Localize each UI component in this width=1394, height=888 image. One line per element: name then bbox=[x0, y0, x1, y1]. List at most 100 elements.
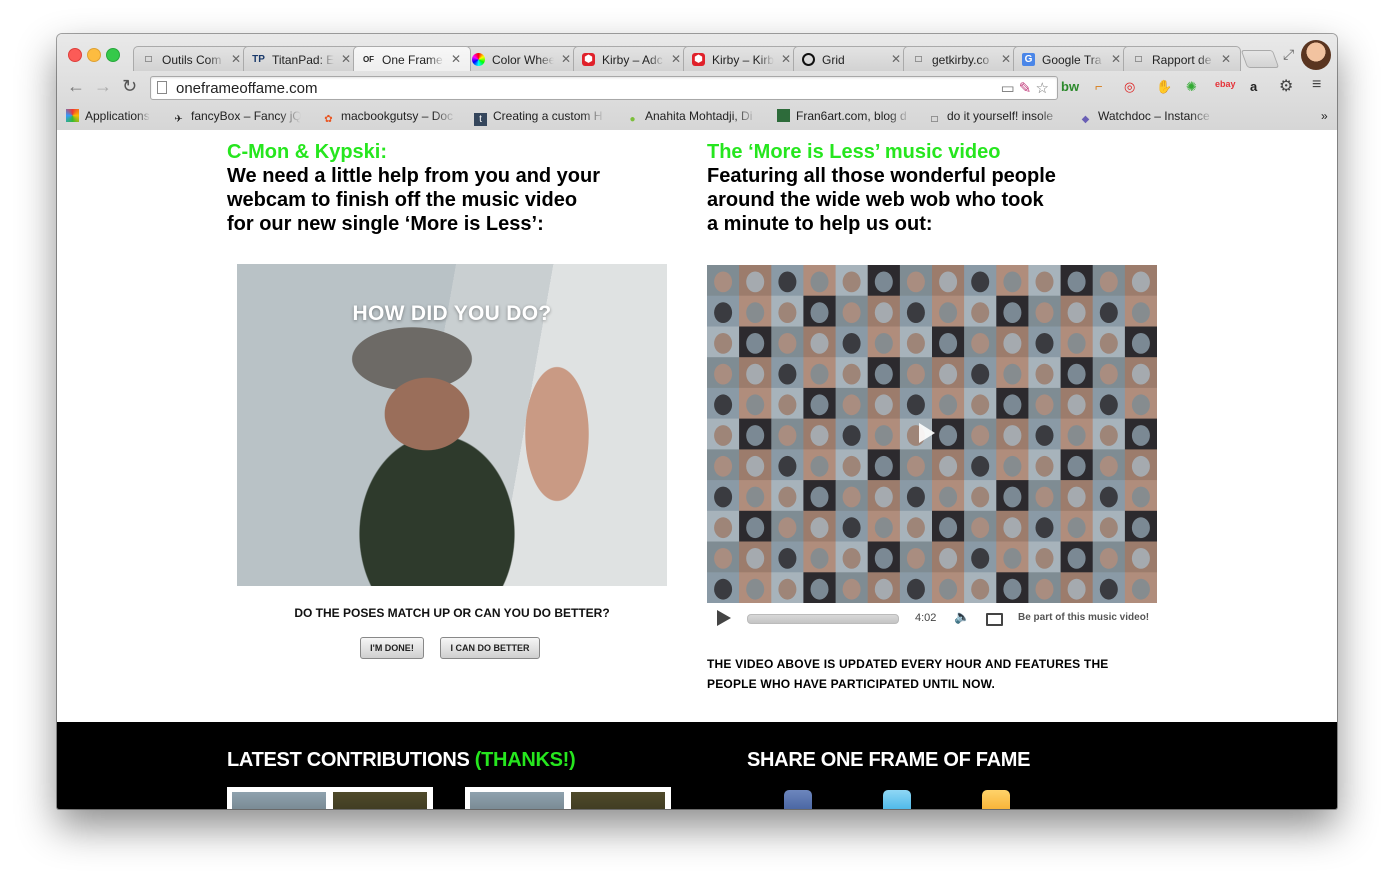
star-icon[interactable]: ☆ bbox=[1036, 80, 1049, 97]
close-tab-icon[interactable]: ✕ bbox=[1111, 52, 1121, 66]
music-video-player[interactable] bbox=[707, 265, 1157, 603]
zoom-window-button[interactable] bbox=[106, 48, 120, 62]
tab-grid[interactable]: Grid ✕ bbox=[793, 46, 911, 71]
mosaic-face bbox=[1131, 271, 1150, 293]
close-tab-icon[interactable]: ✕ bbox=[451, 52, 461, 66]
video-update-note: THE VIDEO ABOVE IS UPDATED EVERY HOUR AN… bbox=[707, 654, 1167, 694]
contribution-thumb[interactable] bbox=[465, 787, 671, 809]
contribution-thumb[interactable] bbox=[227, 787, 433, 809]
url-text[interactable]: oneframeoffame.com bbox=[176, 80, 317, 97]
mosaic-face bbox=[1003, 302, 1022, 323]
facebook-icon[interactable] bbox=[784, 790, 812, 809]
bookmark-applications[interactable]: Applications bbox=[66, 109, 150, 123]
hand-extension-icon[interactable]: ✋ bbox=[1156, 79, 1172, 95]
left-headline-line: for our new single ‘More is Less’: bbox=[227, 213, 544, 235]
close-tab-icon[interactable]: ✕ bbox=[671, 52, 681, 66]
close-tab-icon[interactable]: ✕ bbox=[561, 52, 571, 66]
tab-strip: □ Outils Com ✕ TP TitanPad: E ✕ OF One F… bbox=[133, 46, 1273, 72]
forward-arrow-icon[interactable]: → bbox=[94, 76, 112, 97]
mosaic-face bbox=[778, 363, 797, 385]
mosaic-face bbox=[874, 455, 893, 477]
mosaic-face bbox=[1131, 333, 1150, 354]
camera-icon[interactable]: ▭ bbox=[1000, 80, 1014, 97]
play-icon[interactable] bbox=[717, 610, 731, 626]
tab-outils[interactable]: □ Outils Com ✕ bbox=[133, 46, 251, 71]
mosaic-face bbox=[939, 486, 958, 508]
ruler-extension-icon[interactable]: ⌐ bbox=[1095, 79, 1103, 94]
close-tab-icon[interactable]: ✕ bbox=[1221, 52, 1231, 66]
tab-kirby-adc[interactable]: ⬢ Kirby – Adc ✕ bbox=[573, 46, 691, 71]
twitter-icon[interactable] bbox=[883, 790, 911, 809]
mosaic-face bbox=[746, 302, 765, 323]
close-tab-icon[interactable]: ✕ bbox=[231, 52, 241, 66]
tab-kirby-kirb[interactable]: ⬢ Kirby – Kirb ✕ bbox=[683, 46, 801, 71]
page-icon: □ bbox=[145, 54, 152, 65]
reload-icon[interactable]: ↻ bbox=[122, 76, 137, 97]
menu-icon[interactable]: ≡ bbox=[1312, 76, 1321, 94]
bookmark-diy-insole[interactable]: □ do it yourself! insole bbox=[928, 109, 1062, 126]
im-done-button[interactable]: I'M DONE! bbox=[360, 637, 424, 659]
bookmark-fran6art[interactable]: Fran6art.com, blog d bbox=[777, 109, 911, 123]
mosaic-face bbox=[971, 302, 990, 323]
close-tab-icon[interactable]: ✕ bbox=[341, 52, 351, 66]
mosaic-face bbox=[939, 548, 958, 569]
tab-title: Google Tra bbox=[1042, 53, 1102, 67]
close-tab-icon[interactable]: ✕ bbox=[781, 52, 791, 66]
close-tab-icon[interactable]: ✕ bbox=[1001, 52, 1011, 66]
be-part-link[interactable]: Be part of this music video! bbox=[1018, 612, 1149, 623]
more-bookmarks-chevron[interactable]: » bbox=[1321, 109, 1328, 123]
avatar[interactable] bbox=[1301, 40, 1331, 70]
mosaic-face bbox=[1035, 363, 1054, 385]
bookmark-creating-custom[interactable]: t Creating a custom H bbox=[474, 109, 605, 126]
close-tab-icon[interactable]: ✕ bbox=[891, 52, 901, 66]
mosaic-face bbox=[1003, 517, 1022, 539]
left-kicker: C-Mon & Kypski: bbox=[227, 141, 387, 163]
left-headline-line: We need a little help from you and your bbox=[227, 165, 601, 187]
tab-title: Outils Com bbox=[162, 53, 222, 67]
bookmark-watchdoc[interactable]: ◆ Watchdoc – Instance bbox=[1079, 109, 1213, 126]
back-arrow-icon[interactable]: ← bbox=[67, 76, 85, 97]
oneframe-icon: OF bbox=[362, 55, 375, 64]
page-icon: □ bbox=[915, 54, 922, 65]
tab-title: Grid bbox=[822, 53, 845, 67]
tab-titanpad[interactable]: TP TitanPad: E ✕ bbox=[243, 46, 361, 71]
mosaic-face bbox=[778, 578, 797, 600]
play-overlay-icon[interactable] bbox=[919, 423, 935, 443]
colorpicker-extension-icon[interactable]: ✺ bbox=[1186, 79, 1197, 95]
fullscreen-screen-icon[interactable] bbox=[986, 613, 1003, 626]
tab-one-frame[interactable]: OF One Frame ✕ bbox=[353, 46, 471, 71]
video-controls: 4:02 🔈 Be part of this music video! bbox=[707, 606, 1157, 632]
mosaic-face bbox=[874, 271, 893, 293]
bookmark-fancybox[interactable]: ✈ fancyBox – Fancy jQ bbox=[172, 109, 301, 126]
mosaic-face bbox=[939, 425, 958, 446]
tab-google-translate[interactable]: G Google Tra ✕ bbox=[1013, 46, 1131, 71]
mosaic-face bbox=[1099, 425, 1118, 446]
toolbar: ← → ↻ oneframeoffame.com ▭ ✎ ☆ bw ⌐ ◎ ✋ … bbox=[57, 72, 1337, 104]
bw-extension-icon[interactable]: bw bbox=[1061, 79, 1079, 94]
opera-extension-icon[interactable]: ◎ bbox=[1124, 79, 1135, 95]
ebay-extension-icon[interactable]: ebay bbox=[1215, 79, 1236, 89]
new-tab-button[interactable] bbox=[1240, 50, 1280, 68]
fullscreen-icon[interactable]: ⤢ bbox=[1283, 46, 1294, 63]
i-can-do-better-button[interactable]: I CAN DO BETTER bbox=[440, 637, 540, 659]
mosaic-face bbox=[746, 425, 765, 446]
amazon-extension-icon[interactable]: a bbox=[1250, 79, 1257, 94]
mosaic-face bbox=[906, 578, 925, 600]
bookmark-macbookgutsy[interactable]: ✿ macbookgutsy – Doc bbox=[322, 109, 456, 126]
hyves-icon[interactable] bbox=[982, 790, 1010, 809]
tab-getkirby[interactable]: □ getkirby.co ✕ bbox=[903, 46, 1021, 71]
mosaic-face bbox=[1099, 486, 1118, 508]
tab-rapport[interactable]: □ Rapport de ✕ bbox=[1123, 46, 1241, 71]
address-bar[interactable]: oneframeoffame.com ▭ ✎ ☆ bbox=[150, 76, 1058, 100]
tab-color-wheel[interactable]: Color Whee ✕ bbox=[463, 46, 581, 71]
minimize-window-button[interactable] bbox=[87, 48, 101, 62]
bookmark-anahita[interactable]: ● Anahita Mohtadji, Di bbox=[626, 109, 757, 126]
mosaic-face bbox=[906, 548, 925, 569]
settings-gear-icon[interactable]: ⚙ bbox=[1279, 76, 1293, 96]
pen-icon[interactable]: ✎ bbox=[1019, 80, 1032, 97]
volume-icon[interactable]: 🔈 bbox=[954, 609, 970, 625]
seek-bar[interactable] bbox=[747, 614, 899, 624]
webcam-capture-image: HOW DID YOU DO? bbox=[237, 264, 667, 586]
right-headline-line: Featuring all those wonderful people bbox=[707, 165, 1056, 187]
close-window-button[interactable] bbox=[68, 48, 82, 62]
